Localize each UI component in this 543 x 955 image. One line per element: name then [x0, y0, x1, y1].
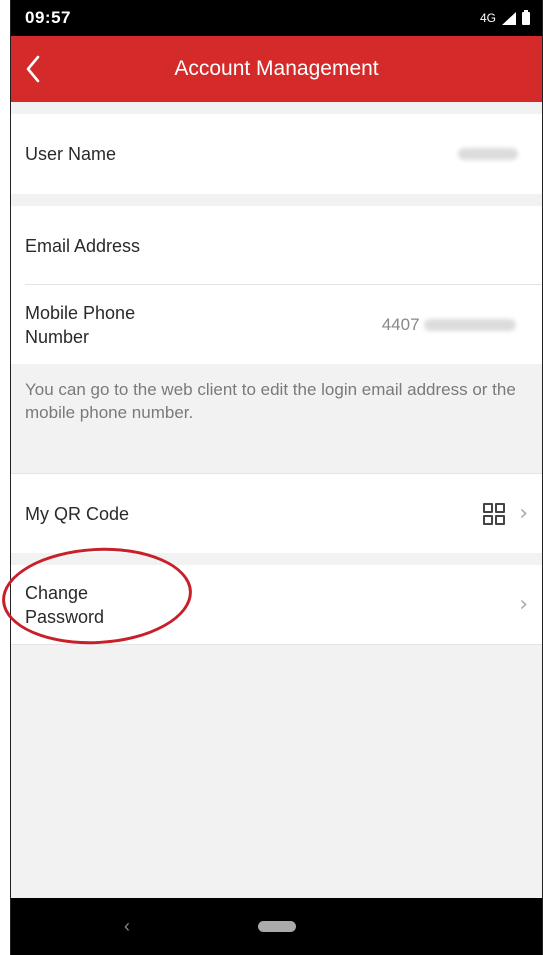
app-header: Account Management [11, 36, 542, 102]
section-gap [11, 194, 542, 206]
status-bar: 09:57 4G [11, 0, 542, 36]
change-password-row[interactable]: Change Password › [11, 565, 542, 645]
mobile-value-prefix: 4407 [381, 314, 420, 334]
mobile-label-line2: Number [25, 326, 90, 347]
status-indicators: 4G [479, 9, 530, 25]
chevron-left-icon [26, 55, 40, 83]
signal-icon [502, 11, 516, 25]
network-type: 4G [479, 11, 496, 25]
change-password-line2: Password [25, 606, 105, 627]
user-name-value [458, 148, 518, 160]
user-name-row: User Name [11, 114, 542, 194]
user-name-label: User Name [25, 144, 117, 164]
change-password-label: Change Password [25, 581, 104, 629]
mobile-label: Mobile Phone Number [25, 301, 135, 349]
mobile-value: 4407 [382, 315, 516, 335]
mobile-value-redacted [424, 319, 516, 332]
status-time: 09:57 [25, 8, 71, 27]
mobile-label-line1: Mobile Phone [25, 302, 136, 323]
qr-right: › [483, 501, 528, 526]
battery-icon [522, 9, 530, 25]
nav-home-button[interactable] [257, 921, 296, 932]
page-title: Account Management [174, 57, 379, 80]
email-label: Email Address [25, 235, 141, 256]
qr-code-icon [483, 502, 506, 525]
chevron-right-icon: › [519, 501, 528, 526]
hint-text: You can go to the web client to edit the… [25, 380, 516, 422]
email-row: Email Address [11, 206, 542, 285]
section-gap [11, 553, 542, 565]
android-nav-bar: ‹ [11, 898, 542, 955]
mobile-row: Mobile Phone Number 4407 [11, 285, 542, 364]
change-password-line1: Change [25, 582, 89, 603]
chevron-right-icon: › [519, 592, 528, 617]
my-qr-code-label: My QR Code [25, 503, 130, 524]
nav-back-icon[interactable]: ‹ [124, 916, 130, 937]
phone-screen: 09:57 4G Account Management User Name Em… [10, 0, 543, 955]
back-button[interactable] [25, 36, 65, 102]
my-qr-code-row[interactable]: My QR Code › [11, 473, 542, 553]
section-gap [11, 102, 542, 114]
